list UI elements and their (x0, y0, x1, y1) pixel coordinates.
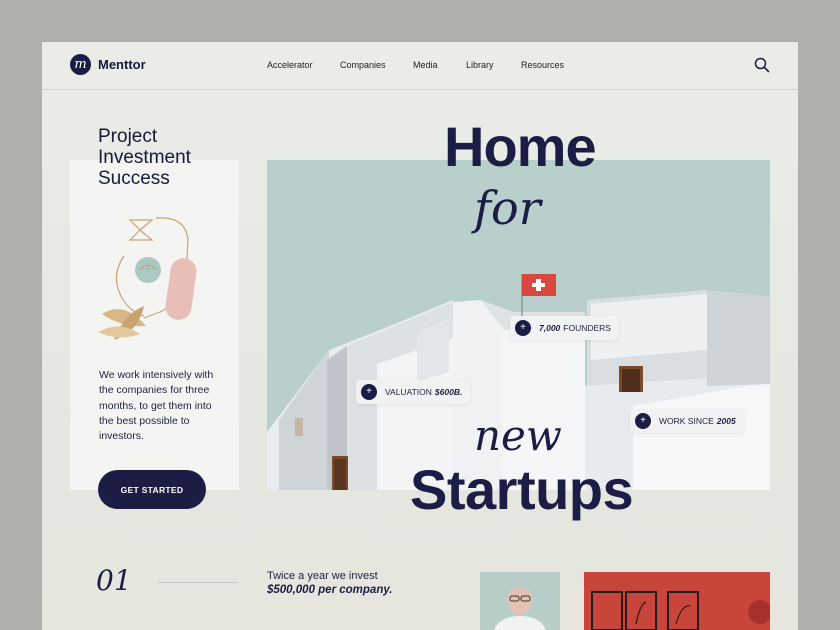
search-icon[interactable] (754, 57, 770, 73)
invest-amount: $500,000 per company. (267, 584, 393, 596)
founders-value: 7,000 (539, 323, 561, 333)
plus-icon: + (361, 384, 377, 400)
nav-resources[interactable]: Resources (521, 60, 564, 70)
nav-media[interactable]: Media (413, 60, 438, 70)
section-divider (158, 582, 238, 583)
since-label: WORK SINCE (659, 416, 714, 426)
office-photo (584, 572, 770, 630)
founders-badge[interactable]: + 7,000 FOUNDERS (510, 316, 619, 340)
hero-title-new: new (474, 411, 562, 460)
plus-icon: + (515, 320, 531, 336)
valuation-label: VALUATION (385, 387, 432, 397)
invest-text: Twice a year we invest (267, 570, 378, 582)
section-number: 01 (96, 564, 132, 597)
hero-title-startups: Startups (410, 458, 634, 521)
valuation-badge[interactable]: + VALUATION $600B. (356, 380, 471, 404)
headline-line-1: Project (98, 126, 158, 147)
brand-name[interactable]: Menttor (98, 57, 146, 72)
framed-art-photo (591, 591, 770, 630)
logo-icon[interactable]: m (70, 54, 91, 75)
founders-label: FOUNDERS (563, 323, 611, 333)
top-nav: m Menttor Accelerator Companies Media Li… (42, 42, 798, 90)
nav-library[interactable]: Library (466, 60, 494, 70)
nav-accelerator[interactable]: Accelerator (267, 60, 313, 70)
page: m Menttor Accelerator Companies Media Li… (42, 42, 798, 630)
intro-description: We work intensively with the companies f… (99, 369, 214, 443)
since-badge[interactable]: + WORK SINCE 2005 (630, 409, 744, 433)
hero-title-home: Home (444, 115, 597, 178)
get-started-button[interactable]: GET STARTED (98, 470, 206, 509)
since-value: 2005 (716, 416, 736, 426)
person-photo (494, 584, 546, 630)
hero-title-for: for (474, 181, 541, 235)
face-line-art (98, 217, 197, 340)
headline-line-2: Investment (98, 147, 191, 168)
page-headline: Project Investment Success (98, 126, 191, 189)
valuation-value: $600B. (434, 387, 463, 397)
plus-icon: + (635, 413, 651, 429)
founder-portrait (480, 572, 560, 630)
nav-companies[interactable]: Companies (340, 60, 386, 70)
headline-line-3: Success (98, 168, 170, 189)
